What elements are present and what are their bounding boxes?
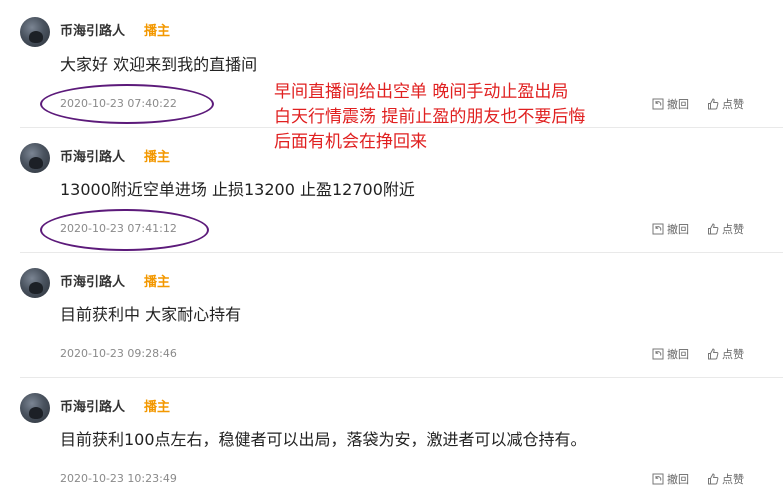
revoke-button[interactable]: 撤回 (652, 346, 689, 362)
annotation-text: 早间直播间给出空单 晚间手动止盈出局 白天行情震荡 提前止盈的朋友也不要后悔 后… (274, 80, 634, 155)
avatar[interactable] (20, 393, 50, 423)
undo-icon (652, 98, 664, 110)
annotation-line: 白天行情震荡 提前止盈的朋友也不要后悔 (274, 107, 586, 127)
author-name[interactable]: 币海引路人 (60, 146, 125, 165)
thumbs-up-icon (707, 473, 719, 485)
avatar[interactable] (20, 17, 50, 47)
undo-icon (652, 348, 664, 360)
host-badge: 播主 (144, 24, 171, 39)
thumbs-up-icon (707, 223, 719, 235)
comment-text: 目前获利中 大家耐心持有 (60, 305, 242, 324)
thumbs-up-icon (707, 98, 719, 110)
comment-text: 13000附近空单进场 止损13200 止盈12700附近 (60, 180, 415, 199)
avatar[interactable] (20, 268, 50, 298)
like-label: 点赞 (722, 223, 744, 236)
avatar[interactable] (20, 143, 50, 173)
host-badge: 播主 (144, 400, 171, 415)
host-badge: 播主 (144, 275, 171, 290)
like-button[interactable]: 点赞 (707, 346, 744, 362)
like-label: 点赞 (722, 98, 744, 111)
comment-text: 大家好 欢迎来到我的直播间 (60, 55, 258, 74)
like-button[interactable]: 点赞 (707, 221, 744, 237)
timestamp: 2020-10-23 07:41:12 (60, 222, 177, 235)
comment-text: 目前获利100点左右，稳健者可以出局，落袋为安，激进者可以减仓持有。 (60, 430, 587, 449)
annotation-line: 早间直播间给出空单 晚间手动止盈出局 (274, 82, 569, 102)
revoke-label: 撤回 (667, 473, 689, 486)
revoke-label: 撤回 (667, 348, 689, 361)
like-label: 点赞 (722, 473, 744, 486)
revoke-button[interactable]: 撤回 (652, 96, 689, 112)
comment-item: 币海引路人 播主 目前获利100点左右，稳健者可以出局，落袋为安，激进者可以减仓… (0, 378, 783, 487)
revoke-label: 撤回 (667, 223, 689, 236)
undo-icon (652, 223, 664, 235)
like-label: 点赞 (722, 348, 744, 361)
revoke-button[interactable]: 撤回 (652, 221, 689, 237)
host-badge: 播主 (144, 150, 171, 165)
revoke-label: 撤回 (667, 98, 689, 111)
thumbs-up-icon (707, 348, 719, 360)
undo-icon (652, 473, 664, 485)
revoke-button[interactable]: 撤回 (652, 471, 689, 487)
comment-item: 币海引路人 播主 目前获利中 大家耐心持有 2020-10-23 09:28:4… (0, 253, 783, 378)
timestamp: 2020-10-23 07:40:22 (60, 97, 177, 110)
like-button[interactable]: 点赞 (707, 471, 744, 487)
author-name[interactable]: 币海引路人 (60, 271, 125, 290)
timestamp: 2020-10-23 09:28:46 (60, 347, 177, 360)
author-name[interactable]: 币海引路人 (60, 396, 125, 415)
annotation-line: 后面有机会在挣回来 (274, 132, 427, 152)
like-button[interactable]: 点赞 (707, 96, 744, 112)
author-name[interactable]: 币海引路人 (60, 20, 125, 39)
timestamp: 2020-10-23 10:23:49 (60, 472, 177, 485)
